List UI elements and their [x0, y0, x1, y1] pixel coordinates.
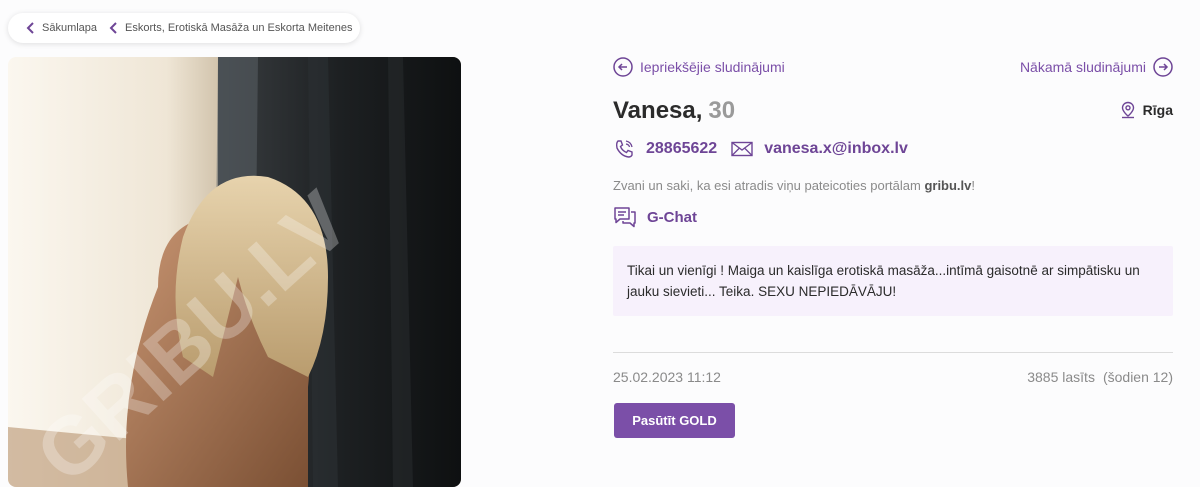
- listing-photo[interactable]: GRIBU.LV: [8, 57, 461, 487]
- views-today: (šodien 12): [1102, 369, 1173, 385]
- order-gold-button[interactable]: Pasūtīt GOLD: [614, 403, 735, 438]
- gchat-button[interactable]: G-Chat: [613, 206, 697, 228]
- next-listings-label: Nākamā sludinājumi: [1019, 59, 1146, 75]
- chevron-left-icon: [26, 22, 34, 34]
- arrow-right-circle-icon: [1153, 57, 1173, 77]
- listing-age: 30: [708, 97, 736, 124]
- previous-listings-link[interactable]: Iepriekšējie sludinājumi: [613, 57, 785, 77]
- listing-city: Rīga: [1119, 101, 1173, 119]
- divider: [613, 352, 1173, 353]
- breadcrumb-category[interactable]: Eskorts, Erotiskā Masāža un Eskorta Meit…: [107, 21, 352, 35]
- listing-views: 3885 lasīts (šodien 12): [1027, 369, 1173, 385]
- listing-title: Vanesa, 30: [613, 97, 735, 125]
- views-total: 3885 lasīts: [1027, 369, 1095, 385]
- next-listings-link[interactable]: Nākamā sludinājumi: [1020, 57, 1173, 77]
- gchat-label: G-Chat: [647, 208, 697, 226]
- chat-icon: [614, 207, 636, 228]
- contact-hint: Zvani un saki, ka esi atradis viņu patei…: [613, 178, 975, 193]
- breadcrumb-home-label: Sākumlapa: [42, 22, 98, 34]
- location-pin-icon: [1121, 101, 1134, 119]
- email-link[interactable]: vanesa.x@inbox.lv: [764, 140, 908, 158]
- listing-date: 25.02.2023 11:12: [613, 369, 721, 385]
- hint-suffix: !: [971, 178, 976, 193]
- breadcrumb-category-label: Eskorts, Erotiskā Masāža un Eskorta Meit…: [125, 22, 353, 34]
- contact-row: 28865622 vanesa.x@inbox.lv: [613, 138, 908, 160]
- phone-link[interactable]: 28865622: [646, 140, 717, 158]
- mail-icon: [731, 141, 753, 157]
- chevron-left-icon: [109, 22, 117, 34]
- listing-city-label: Rīga: [1142, 102, 1173, 118]
- breadcrumb-home[interactable]: Sākumlapa: [24, 21, 97, 35]
- phone-icon: [615, 140, 633, 158]
- arrow-left-circle-icon: [613, 57, 633, 77]
- photo-image: GRIBU.LV: [8, 57, 461, 487]
- previous-listings-label: Iepriekšējie sludinājumi: [640, 59, 785, 75]
- breadcrumb: Sākumlapa Eskorts, Erotiskā Masāža un Es…: [8, 13, 360, 43]
- hint-prefix: Zvani un saki, ka esi atradis viņu patei…: [613, 178, 925, 193]
- listing-description: Tikai un vienīgi ! Maiga un kaislīga ero…: [613, 246, 1173, 316]
- listing-name: Vanesa,: [613, 97, 703, 124]
- hint-brand: gribu.lv: [924, 178, 972, 193]
